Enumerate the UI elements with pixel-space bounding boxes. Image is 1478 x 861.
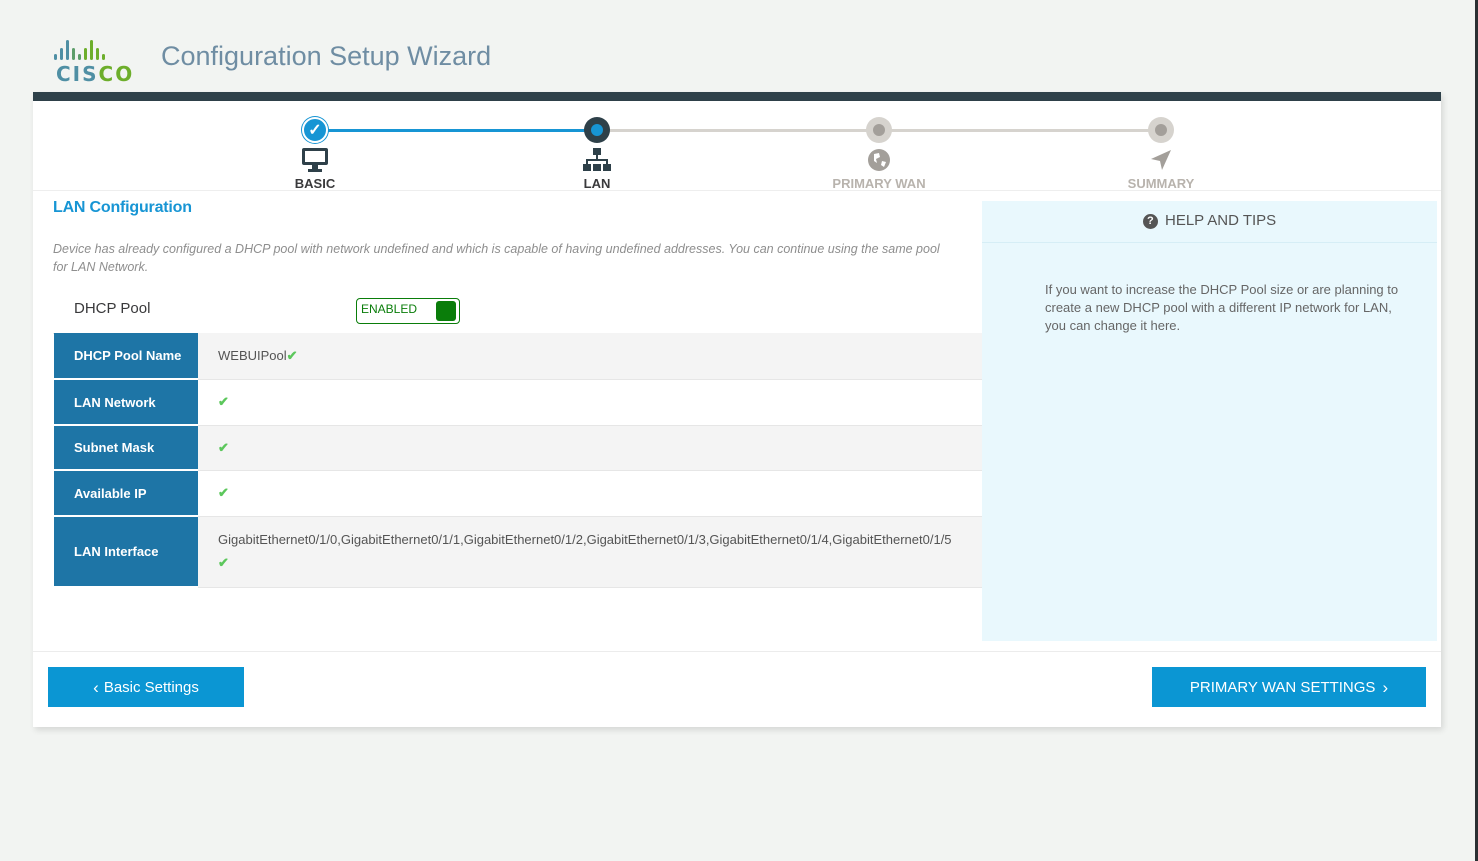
table-row: DHCP Pool Name WEBUIPool✔ xyxy=(54,333,982,380)
wizard-card: ✓ BASIC LAN PRIMARY WAN SUMMARY LAN Conf… xyxy=(33,92,1441,727)
lan-config-table: DHCP Pool Name WEBUIPool✔ LAN Network ✔ … xyxy=(54,333,982,588)
table-row: Subnet Mask ✔ xyxy=(54,425,982,471)
row-value: WEBUIPool✔ xyxy=(198,333,982,380)
question-circle-icon: ? xyxy=(1142,214,1158,229)
navigation-arrow-icon xyxy=(1081,146,1241,174)
footer-divider xyxy=(33,651,1441,652)
dhcp-pool-row: DHCP Pool ENABLED xyxy=(53,291,982,334)
row-value: ✔ xyxy=(198,379,982,426)
step-pending-indicator xyxy=(1148,117,1174,143)
dhcp-pool-label: DHCP Pool xyxy=(74,300,151,317)
step-summary[interactable]: SUMMARY xyxy=(1081,117,1241,191)
chevron-right-icon: › xyxy=(1382,677,1389,697)
basic-settings-button[interactable]: ‹ Basic Settings xyxy=(48,667,244,707)
check-icon: ✔ xyxy=(218,439,229,455)
header: CISCO Configuration Setup Wizard xyxy=(0,0,1478,93)
section-title: LAN Configuration xyxy=(53,199,192,216)
step-pending-indicator xyxy=(866,117,892,143)
cisco-logo-bars-icon xyxy=(54,38,136,60)
cisco-logo-text: CISCO xyxy=(56,62,135,86)
check-icon: ✔ xyxy=(286,347,298,363)
globe-icon xyxy=(799,146,959,174)
row-value: GigabitEthernet0/1/0,GigabitEthernet0/1/… xyxy=(198,516,982,588)
app-title: Configuration Setup Wizard xyxy=(161,41,492,71)
next-button-label: PRIMARY WAN SETTINGS xyxy=(1189,678,1376,696)
row-label: LAN Interface xyxy=(54,516,198,588)
lan-interface-value: GigabitEthernet0/1/0,GigabitEthernet0/1/… xyxy=(218,532,952,547)
primary-wan-settings-button[interactable]: PRIMARY WAN SETTINGS › xyxy=(1152,667,1426,707)
step-label: SUMMARY xyxy=(1127,176,1195,191)
chevron-left-icon: ‹ xyxy=(93,677,99,697)
info-text: Device has already configured a DHCP poo… xyxy=(53,242,940,274)
check-icon: ✓ xyxy=(308,122,322,139)
help-header: ? HELP AND TIPS xyxy=(982,201,1437,243)
table-row: LAN Network ✔ xyxy=(54,379,982,426)
toggle-state-text: ENABLED xyxy=(361,302,418,316)
pool-name-value: WEBUIPool xyxy=(218,347,287,363)
table-row: LAN Interface GigabitEthernet0/1/0,Gigab… xyxy=(54,516,982,588)
check-icon: ✔ xyxy=(218,485,229,500)
card-top-bar xyxy=(33,92,1441,101)
step-label: BASIC xyxy=(294,176,336,191)
row-label: DHCP Pool Name xyxy=(54,333,198,380)
help-text: If you want to increase the DHCP Pool si… xyxy=(1045,282,1399,333)
row-label: Subnet Mask xyxy=(54,425,198,471)
step-done-indicator: ✓ xyxy=(302,117,328,143)
step-lan[interactable]: LAN xyxy=(517,117,677,191)
cisco-logo: CISCO xyxy=(54,38,136,86)
check-icon: ✔ xyxy=(218,555,229,570)
row-value: ✔ xyxy=(198,425,982,471)
check-icon: ✔ xyxy=(218,394,229,409)
step-label: PRIMARY WAN xyxy=(832,176,926,191)
row-label: Available IP xyxy=(54,470,198,517)
help-panel: ? HELP AND TIPS If you want to increase … xyxy=(982,201,1437,641)
dhcp-pool-toggle[interactable]: ENABLED xyxy=(356,298,460,324)
table-row: Available IP ✔ xyxy=(54,470,982,517)
monitor-icon xyxy=(235,146,395,174)
step-label: LAN xyxy=(583,176,611,191)
wizard-stepper: ✓ BASIC LAN PRIMARY WAN SUMMARY xyxy=(33,101,1441,191)
step-basic[interactable]: ✓ BASIC xyxy=(235,117,395,191)
step-active-indicator xyxy=(584,117,610,143)
toggle-knob xyxy=(436,301,456,321)
help-title: HELP AND TIPS xyxy=(1165,212,1277,229)
step-primary-wan[interactable]: PRIMARY WAN xyxy=(799,117,959,191)
row-value: ✔ xyxy=(198,470,982,517)
network-icon xyxy=(517,146,677,174)
row-label: LAN Network xyxy=(54,379,198,426)
back-button-label: Basic Settings xyxy=(103,678,199,696)
